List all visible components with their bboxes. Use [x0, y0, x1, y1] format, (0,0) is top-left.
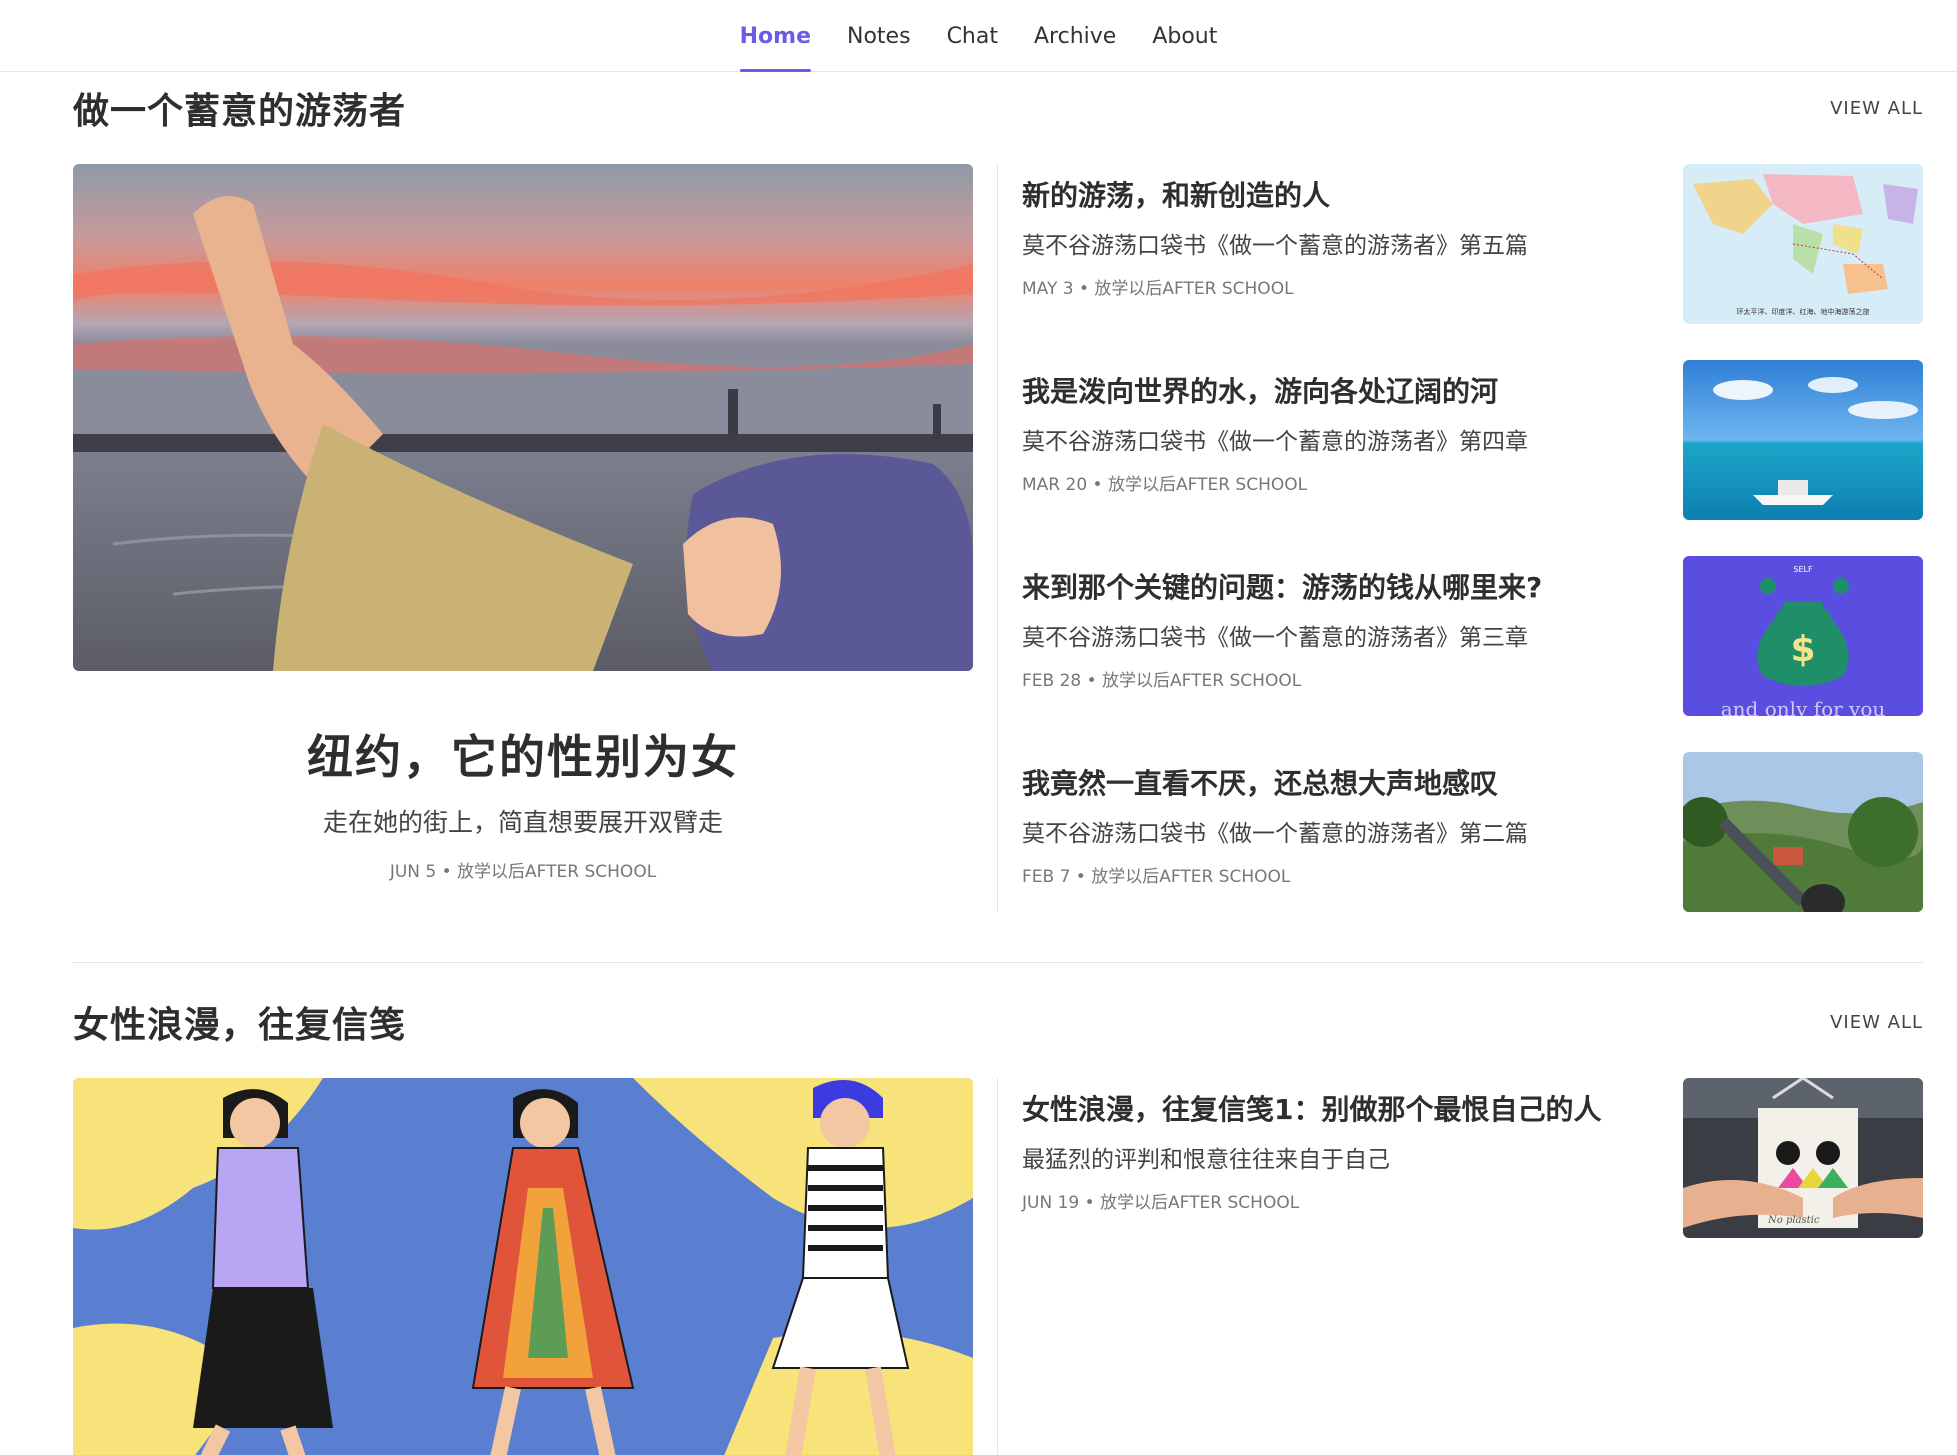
post-subtitle: 莫不谷游荡口袋书《做一个蓄意的游荡者》第三章 [1022, 625, 1528, 651]
post-text: 女性浪漫，往复信笺1：别做那个最恨自己的人 最猛烈的评判和恨意往往来自于自己 J… [1022, 1078, 1662, 1213]
view-all-link[interactable]: VIEW ALL [1830, 98, 1923, 119]
nav-home[interactable]: Home [722, 0, 829, 72]
section-header: 女性浪漫，往复信笺 VIEW ALL [73, 992, 1923, 1052]
featured-post[interactable]: 纽约，它的性别为女 走在她的街上，简直想要展开双臂走 JUN 5 • 放学以后A… [73, 164, 973, 882]
map-caption: 环太平洋、印度洋、红海、地中海游荡之旅 [1737, 307, 1870, 316]
list-item[interactable]: 我竟然一直看不厌，还总想大声地感叹 莫不谷游荡口袋书《做一个蓄意的游荡者》第二篇… [1022, 752, 1923, 948]
featured-subtitle: 走在她的街上，简直想要展开双臂走 [322, 808, 723, 837]
world-map-thumbnail[interactable]: 环太平洋、印度洋、红海、地中海游荡之旅 [1683, 164, 1923, 324]
post-meta: MAY 3 • 放学以后AFTER SCHOOL [1022, 279, 1294, 299]
featured-title[interactable]: 纽约，它的性别为女 [73, 721, 973, 787]
column-divider [997, 1078, 998, 1455]
section-header: 做一个蓄意的游荡者 VIEW ALL [73, 78, 1923, 138]
ocean-boat-thumbnail[interactable] [1683, 360, 1923, 520]
money-bag-image: SELF $ and only for you [1683, 556, 1923, 716]
post-list: 女性浪漫，往复信笺1：别做那个最恨自己的人 最猛烈的评判和恨意往往来自于自己 J… [1022, 1078, 1923, 1274]
money-bag-thumbnail[interactable]: SELF $ and only for you [1683, 556, 1923, 716]
valley-thumbnail[interactable] [1683, 752, 1923, 912]
nav-about[interactable]: About [1134, 0, 1235, 72]
tote-bag-text: No plastic [1767, 1215, 1820, 1226]
post-text: 来到那个关键的问题：游荡的钱从哪里来? 莫不谷游荡口袋书《做一个蓄意的游荡者》第… [1022, 556, 1662, 691]
walking-girls-illustration [73, 1078, 973, 1455]
section-divider [73, 962, 1923, 963]
post-title[interactable]: 新的游荡，和新创造的人 [1022, 174, 1662, 214]
post-subtitle: 最猛烈的评判和恨意往往来自于自己 [1022, 1147, 1390, 1173]
featured-image[interactable] [73, 164, 973, 671]
featured-image[interactable] [73, 1078, 973, 1455]
post-title[interactable]: 我是泼向世界的水，游向各处辽阔的河 [1022, 370, 1662, 410]
post-text: 我竟然一直看不厌，还总想大声地感叹 莫不谷游荡口袋书《做一个蓄意的游荡者》第二篇… [1022, 752, 1662, 887]
world-map-image: 环太平洋、印度洋、红海、地中海游荡之旅 [1683, 164, 1923, 324]
post-meta: FEB 28 • 放学以后AFTER SCHOOL [1022, 671, 1302, 691]
post-list: 新的游荡，和新创造的人 莫不谷游荡口袋书《做一个蓄意的游荡者》第五篇 MAY 3… [1022, 164, 1923, 948]
thumb-self-label: SELF [1793, 565, 1813, 574]
column-divider [997, 164, 998, 912]
featured-meta: JUN 5 • 放学以后AFTER SCHOOL [389, 862, 657, 882]
dollar-sign-icon: $ [1790, 629, 1815, 670]
thumb-caption: and only for you [1721, 697, 1886, 716]
list-item[interactable]: 我是泼向世界的水，游向各处辽阔的河 莫不谷游荡口袋书《做一个蓄意的游荡者》第四章… [1022, 360, 1923, 556]
sunset-harbor-photo [73, 164, 973, 671]
post-subtitle: 莫不谷游荡口袋书《做一个蓄意的游荡者》第四章 [1022, 429, 1528, 455]
section-title: 女性浪漫，往复信笺 [73, 1005, 407, 1046]
post-meta: JUN 19 • 放学以后AFTER SCHOOL [1022, 1193, 1300, 1213]
featured-text: 纽约，它的性别为女 走在她的街上，简直想要展开双臂走 JUN 5 • 放学以后A… [73, 721, 973, 882]
nav-chat[interactable]: Chat [929, 0, 1016, 72]
featured-post[interactable] [73, 1078, 973, 1455]
post-text: 新的游荡，和新创造的人 莫不谷游荡口袋书《做一个蓄意的游荡者》第五篇 MAY 3… [1022, 164, 1662, 299]
nav-archive[interactable]: Archive [1016, 0, 1134, 72]
top-nav: Home Notes Chat Archive About [0, 0, 1957, 72]
list-item[interactable]: 来到那个关键的问题：游荡的钱从哪里来? 莫不谷游荡口袋书《做一个蓄意的游荡者》第… [1022, 556, 1923, 752]
list-item[interactable]: 女性浪漫，往复信笺1：别做那个最恨自己的人 最猛烈的评判和恨意往往来自于自己 J… [1022, 1078, 1923, 1274]
tote-bag-image: No plastic [1683, 1078, 1923, 1238]
section-letters: 女性浪漫，往复信笺 VIEW ALL 女性浪漫，往复信笺1：别做那个最恨自己的人… [73, 992, 1923, 1455]
ocean-boat-image [1683, 360, 1923, 520]
post-meta: MAR 20 • 放学以后AFTER SCHOOL [1022, 475, 1308, 495]
post-title[interactable]: 女性浪漫，往复信笺1：别做那个最恨自己的人 [1022, 1088, 1662, 1128]
view-all-link[interactable]: VIEW ALL [1830, 1012, 1923, 1033]
list-item[interactable]: 新的游荡，和新创造的人 莫不谷游荡口袋书《做一个蓄意的游荡者》第五篇 MAY 3… [1022, 164, 1923, 360]
nav-notes[interactable]: Notes [829, 0, 929, 72]
tote-bag-thumbnail[interactable]: No plastic [1683, 1078, 1923, 1238]
valley-image [1683, 752, 1923, 912]
section-wanderer: 做一个蓄意的游荡者 VIEW ALL 纽约，它的性别为女 走在她的街上，简直想要… [73, 78, 1923, 918]
section-title: 做一个蓄意的游荡者 [73, 91, 407, 132]
post-title[interactable]: 我竟然一直看不厌，还总想大声地感叹 [1022, 762, 1662, 802]
post-meta: FEB 7 • 放学以后AFTER SCHOOL [1022, 867, 1291, 887]
post-subtitle: 莫不谷游荡口袋书《做一个蓄意的游荡者》第五篇 [1022, 233, 1528, 259]
post-text: 我是泼向世界的水，游向各处辽阔的河 莫不谷游荡口袋书《做一个蓄意的游荡者》第四章… [1022, 360, 1662, 495]
post-title[interactable]: 来到那个关键的问题：游荡的钱从哪里来? [1022, 566, 1662, 606]
nav-list: Home Notes Chat Archive About [0, 0, 1957, 72]
post-subtitle: 莫不谷游荡口袋书《做一个蓄意的游荡者》第二篇 [1022, 821, 1528, 847]
